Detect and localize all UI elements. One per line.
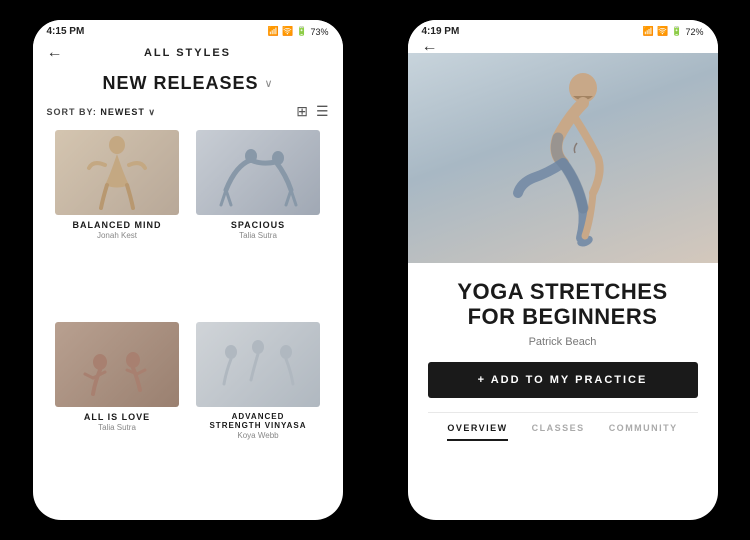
grid-subtitle-2: Talia Sutra	[239, 231, 277, 240]
sort-value: NEWEST	[100, 107, 145, 117]
right-nav-bar: ←	[408, 41, 718, 53]
thumb-advanced	[196, 322, 320, 407]
left-back-button[interactable]: ←	[47, 44, 63, 62]
grid-title-2: SPACIOUS	[231, 220, 285, 230]
list-view-icon[interactable]: ☰	[316, 103, 329, 120]
thumb-spacious	[196, 130, 320, 215]
sort-label-group[interactable]: SORT BY: NEWEST ∨	[47, 102, 156, 120]
wifi-icon: 🛜	[282, 26, 293, 37]
right-time: 4:19 PM	[422, 26, 460, 37]
right-phone: 4:19 PM 📶 🛜 🔋 72% ←	[375, 0, 750, 540]
thumb-balanced-mind	[55, 130, 179, 215]
sort-bar: SORT BY: NEWEST ∨ ⊞ ☰	[33, 98, 343, 124]
grid-title-4: ADVANCED STRENGTH VINYASA	[209, 412, 306, 430]
right-signal-icon: 📶	[643, 26, 654, 37]
tab-classes[interactable]: CLASSES	[532, 423, 585, 441]
right-battery-pct: 72%	[685, 27, 703, 37]
detail-content: YOGA STRETCHES FOR BEGINNERS Patrick Bea…	[408, 263, 718, 520]
left-phone: 4:15 PM 📶 🛜 🔋 73% ← ALL STYLES NEW RELEA…	[0, 0, 375, 540]
battery-icon: 🔋	[296, 26, 307, 37]
right-wifi-icon: 🛜	[657, 26, 668, 37]
class-author: Patrick Beach	[428, 336, 698, 348]
hero-yoga-figure	[503, 63, 623, 263]
right-phone-screen: 4:19 PM 📶 🛜 🔋 72% ←	[408, 20, 718, 520]
add-to-practice-button[interactable]: + ADD TO MY PRACTICE	[428, 362, 698, 398]
grid-item-1[interactable]: BALANCED MIND Jonah Kest	[47, 126, 188, 318]
tab-overview[interactable]: OVERVIEW	[447, 423, 507, 441]
right-battery-icon: 🔋	[671, 26, 682, 37]
grid-title-3: ALL IS LOVE	[84, 412, 150, 422]
app-container: 4:15 PM 📶 🛜 🔋 73% ← ALL STYLES NEW RELEA…	[0, 0, 750, 540]
section-header: NEW RELEASES ∨	[33, 65, 343, 98]
tab-community[interactable]: COMMUNITY	[609, 423, 678, 441]
pose-figure-2	[196, 130, 320, 215]
grid-item-4[interactable]: ADVANCED STRENGTH VINYASA Koya Webb	[188, 318, 329, 518]
grid-title-1: BALANCED MIND	[73, 220, 162, 230]
left-nav-bar: ← ALL STYLES	[33, 41, 343, 65]
left-time: 4:15 PM	[47, 26, 85, 37]
pose-figure-1	[55, 130, 179, 215]
classes-grid: BALANCED MIND Jonah Kest	[33, 124, 343, 520]
right-status-bar: 4:19 PM 📶 🛜 🔋 72%	[408, 20, 718, 41]
section-heading: NEW RELEASES	[102, 73, 258, 94]
sort-by-label: SORT BY: NEWEST ∨	[47, 107, 156, 117]
grid-item-3[interactable]: ALL IS LOVE Talia Sutra	[47, 318, 188, 518]
grid-item-2[interactable]: SPACIOUS Talia Sutra	[188, 126, 329, 318]
section-dropdown-icon[interactable]: ∨	[264, 77, 272, 90]
pose-figure-3	[55, 322, 179, 407]
detail-tabs: OVERVIEW CLASSES COMMUNITY	[428, 412, 698, 441]
signal-icon: 📶	[268, 26, 279, 37]
class-title: YOGA STRETCHES FOR BEGINNERS	[428, 279, 698, 330]
grid-subtitle-4: Koya Webb	[237, 431, 278, 440]
grid-view-icon[interactable]: ⊞	[296, 103, 308, 120]
battery-pct: 73%	[310, 27, 328, 37]
view-toggle: ⊞ ☰	[296, 103, 328, 120]
left-phone-screen: 4:15 PM 📶 🛜 🔋 73% ← ALL STYLES NEW RELEA…	[33, 20, 343, 520]
grid-subtitle-3: Talia Sutra	[98, 423, 136, 432]
grid-subtitle-1: Jonah Kest	[97, 231, 137, 240]
thumb-all-is-love	[55, 322, 179, 407]
left-status-icons: 📶 🛜 🔋 73%	[268, 26, 329, 37]
left-page-title: ALL STYLES	[144, 47, 231, 59]
left-status-bar: 4:15 PM 📶 🛜 🔋 73%	[33, 20, 343, 41]
hero-image	[408, 53, 718, 263]
pose-figure-4	[196, 322, 320, 407]
right-status-icons: 📶 🛜 🔋 72%	[643, 26, 704, 37]
